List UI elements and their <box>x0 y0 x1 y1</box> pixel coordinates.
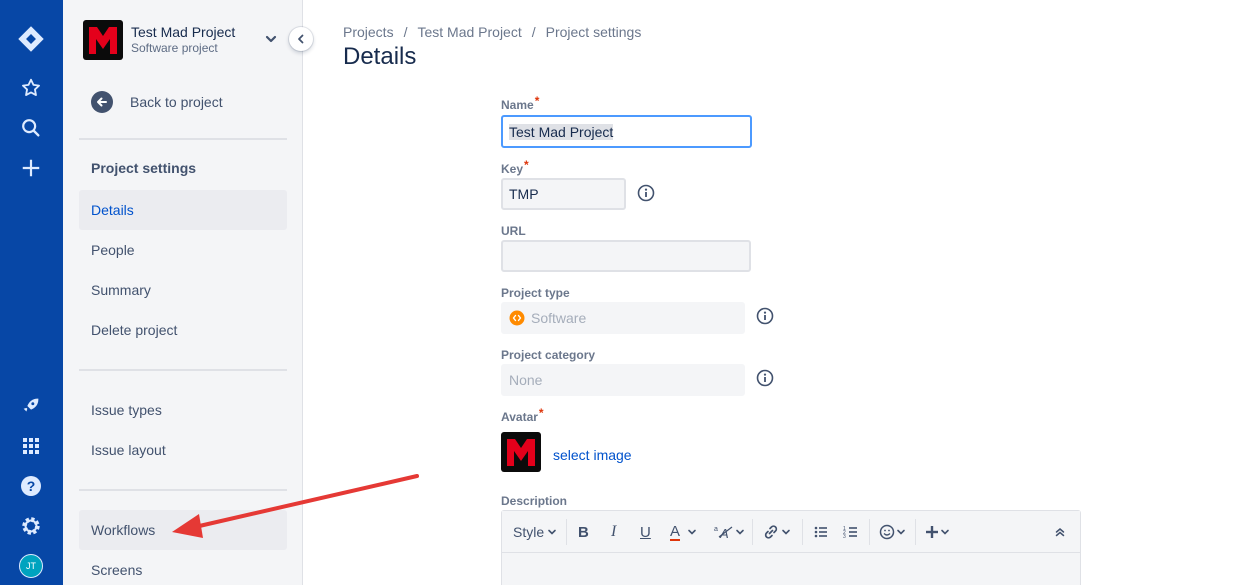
chevron-down-icon <box>941 529 949 535</box>
chevron-down-icon <box>548 529 556 535</box>
project-avatar-image <box>501 432 541 472</box>
emoji-icon <box>879 524 895 540</box>
bold-button[interactable]: B <box>578 521 589 543</box>
more-formatting-button[interactable]: aA <box>714 521 746 543</box>
user-initials: JT <box>19 554 43 578</box>
toolbar-separator <box>869 519 870 545</box>
plus-icon <box>926 526 938 538</box>
name-label: Name* <box>501 94 540 112</box>
select-image-link[interactable]: select image <box>553 447 632 463</box>
numbered-list-button[interactable]: 123 <box>843 521 859 543</box>
project-type-select[interactable]: Software <box>501 302 745 334</box>
app-switcher-icon[interactable] <box>16 431 46 461</box>
chevron-down-icon <box>782 529 790 535</box>
toolbar-separator <box>752 519 753 545</box>
search-icon[interactable] <box>16 113 46 143</box>
sidebar-item-issue-types[interactable]: Issue types <box>79 390 287 430</box>
italic-button[interactable]: I <box>611 521 616 543</box>
rocket-icon[interactable] <box>16 391 46 421</box>
avatar-label: Avatar* <box>501 406 544 424</box>
chevron-down-icon[interactable] <box>263 31 279 47</box>
project-type-label: Project type <box>501 286 570 300</box>
key-input-value: TMP <box>509 186 539 202</box>
sidebar-item-details[interactable]: Details <box>79 190 287 230</box>
chevron-down-icon <box>897 529 905 535</box>
project-category-value: None <box>509 372 543 388</box>
sidebar-item-issue-layout[interactable]: Issue layout <box>79 430 287 470</box>
description-editor[interactable]: Style B I U A aA 123 <box>501 510 1081 585</box>
svg-text:a: a <box>714 526 718 533</box>
software-icon <box>509 310 525 326</box>
url-input[interactable] <box>501 240 751 272</box>
sidebar-item-delete-project[interactable]: Delete project <box>79 310 287 350</box>
key-label: Key* <box>501 158 529 176</box>
text-color-button[interactable]: A <box>670 521 698 543</box>
project-name: Test Mad Project <box>131 24 236 40</box>
breadcrumb-project-settings[interactable]: Project settings <box>546 24 642 40</box>
link-button[interactable] <box>762 521 792 543</box>
info-icon[interactable] <box>756 307 774 325</box>
global-nav: ? JT <box>0 0 63 585</box>
breadcrumb: Projects / Test Mad Project / Project se… <box>343 24 641 40</box>
sidebar-item-workflows[interactable]: Workflows <box>79 510 287 550</box>
info-icon[interactable] <box>637 184 655 202</box>
breadcrumb-separator: / <box>403 24 408 40</box>
toolbar-separator <box>915 519 916 545</box>
collapse-sidebar-button[interactable] <box>289 27 313 51</box>
chevron-down-icon <box>736 529 744 535</box>
breadcrumb-separator: / <box>531 24 536 40</box>
numbered-list-icon: 123 <box>843 526 857 540</box>
sidebar-section-title: Project settings <box>91 160 197 176</box>
chevron-left-icon <box>298 34 304 44</box>
toolbar-separator <box>802 519 803 545</box>
jira-logo-icon[interactable] <box>16 24 46 54</box>
help-icon[interactable]: ? <box>16 471 46 501</box>
breadcrumb-project[interactable]: Test Mad Project <box>417 24 521 40</box>
back-to-project-link[interactable]: Back to project <box>91 90 223 114</box>
project-switcher[interactable]: Test Mad Project Software project <box>83 20 283 60</box>
key-input[interactable]: TMP <box>501 178 626 210</box>
name-input[interactable]: Test Mad Project <box>501 115 752 148</box>
create-plus-icon[interactable] <box>16 153 46 183</box>
project-sidebar: Test Mad Project Software project Back t… <box>63 0 303 585</box>
bullet-list-button[interactable] <box>813 521 829 543</box>
underline-button[interactable]: U <box>640 521 651 543</box>
project-category-label: Project category <box>501 348 596 362</box>
collapse-toolbar-button[interactable] <box>1053 521 1067 543</box>
description-label: Description <box>501 494 568 508</box>
sidebar-item-people[interactable]: People <box>79 230 287 270</box>
page-title: Details <box>343 43 417 70</box>
project-type-value: Software <box>531 310 587 326</box>
back-to-project-label: Back to project <box>130 94 223 110</box>
text-style-dropdown[interactable]: Style <box>513 521 558 543</box>
project-category-select[interactable]: None <box>501 364 745 396</box>
project-avatar <box>83 20 123 60</box>
user-avatar[interactable]: JT <box>16 551 46 581</box>
bullet-list-icon <box>814 526 827 538</box>
svg-text:?: ? <box>27 478 36 494</box>
toolbar-separator <box>566 519 567 545</box>
link-icon <box>764 525 778 539</box>
sidebar-divider <box>79 489 287 491</box>
svg-text:3: 3 <box>843 534 846 540</box>
more-formatting-icon: aA <box>714 526 733 540</box>
sidebar-divider <box>79 138 287 140</box>
sidebar-item-screens[interactable]: Screens <box>79 550 287 585</box>
name-input-value: Test Mad Project <box>509 123 614 140</box>
sidebar-divider <box>79 369 287 371</box>
sidebar-item-summary[interactable]: Summary <box>79 270 287 310</box>
settings-gear-icon[interactable] <box>16 511 46 541</box>
breadcrumb-projects[interactable]: Projects <box>343 24 394 40</box>
editor-toolbar: Style B I U A aA 123 <box>502 511 1080 553</box>
url-label: URL <box>501 224 526 238</box>
emoji-button[interactable] <box>879 521 907 543</box>
chevron-down-icon <box>688 529 696 535</box>
double-chevron-up-icon <box>1055 528 1065 537</box>
arrow-left-icon <box>91 91 113 113</box>
star-icon[interactable] <box>16 73 46 103</box>
info-icon[interactable] <box>756 369 774 387</box>
project-type: Software project <box>131 41 218 55</box>
insert-button[interactable] <box>925 521 951 543</box>
